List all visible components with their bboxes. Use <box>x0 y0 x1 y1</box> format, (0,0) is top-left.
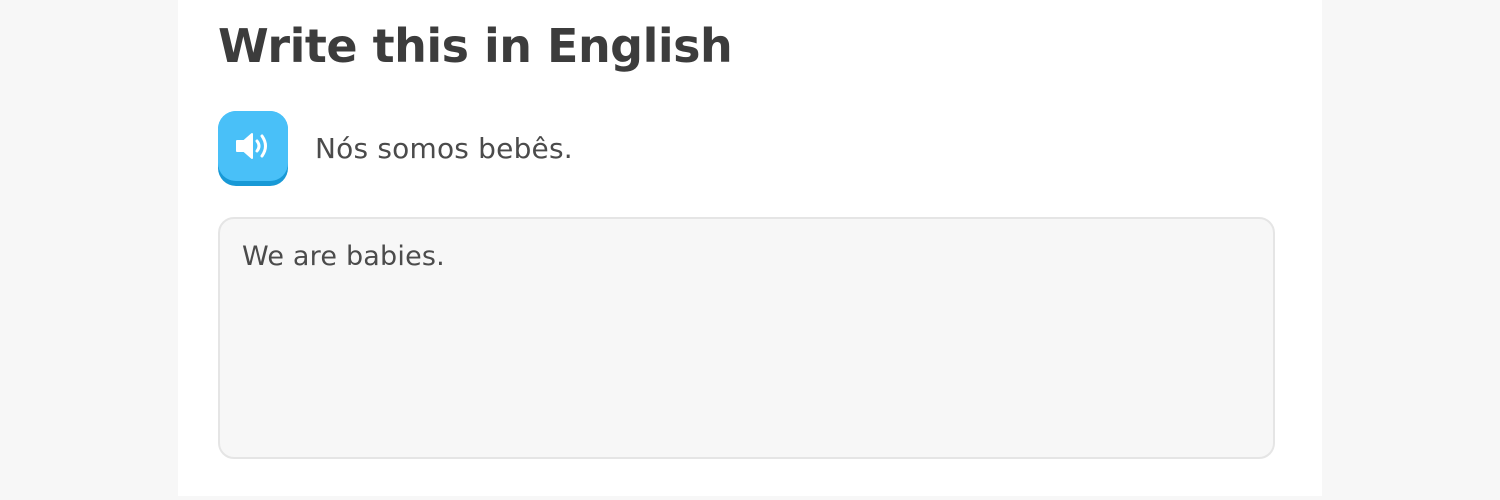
prompt-sentence: Nós somos bebês. <box>315 131 573 165</box>
speaker-icon <box>236 133 267 159</box>
prompt-row: Nós somos bebês. <box>218 111 573 184</box>
answer-input[interactable] <box>218 217 1275 459</box>
challenge-panel: Write this in English Nós somos bebês. <box>178 0 1322 496</box>
challenge-title: Write this in English <box>218 19 733 73</box>
play-audio-button[interactable] <box>218 111 288 181</box>
